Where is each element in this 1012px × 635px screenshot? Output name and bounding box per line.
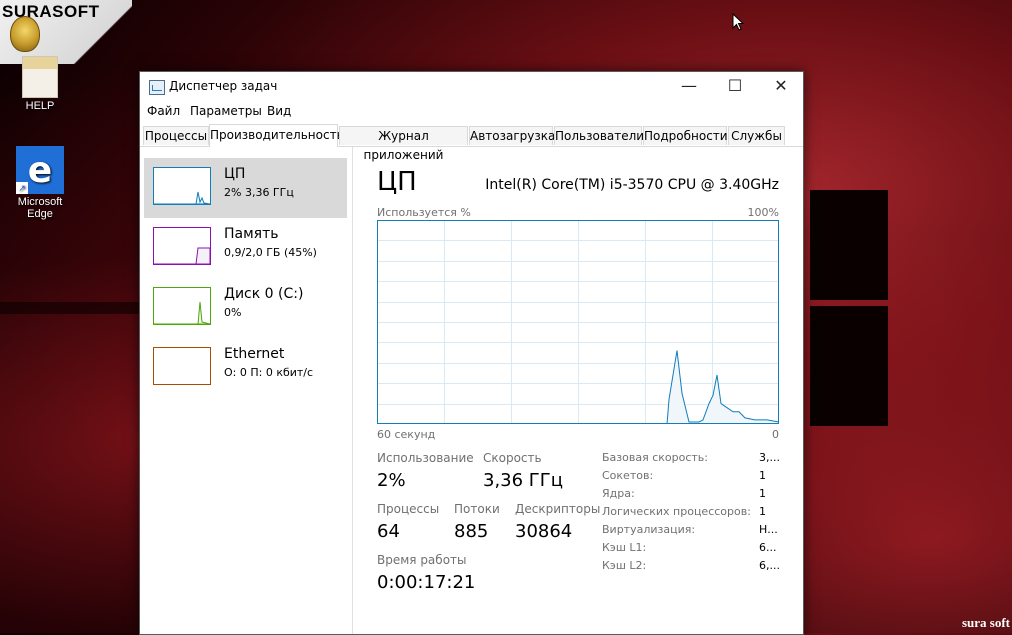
stat-label-handles: Дескрипторы [515,502,601,516]
minimize-button[interactable]: — [666,72,712,102]
resource-name: Диск 0 (C:) [224,286,304,302]
spec-label: Кэш L2: [602,559,647,572]
stat-value-usage: 2% [377,470,406,491]
resource-list: ЦП 2% 3,36 ГГц Память 0,9/2,0 ГБ (45%) Д… [140,147,353,634]
desktop-icon-edge[interactable]: e ↗ Microsoft Edge [8,146,72,220]
resource-name: Память [224,226,279,242]
cpu-usage-graph [377,220,779,424]
seal-icon [10,16,40,52]
stat-label-usage: Использование [377,451,474,465]
edge-icon: e ↗ [16,146,64,194]
stat-value-handles: 30864 [515,521,573,542]
resource-item-memory[interactable]: Память 0,9/2,0 ГБ (45%) [144,218,347,278]
spec-label: Сокетов: [602,469,654,482]
folder-document-icon [22,56,58,98]
spec-value: 6... [759,541,777,554]
windows-logo-pane [810,190,888,300]
watermark: SURASOFT [0,0,132,64]
task-manager-window: Диспетчер задач — ☐ ✕ Файл Параметры Вид… [139,71,804,635]
windows-logo-pane [0,302,139,314]
cpu-model: Intel(R) Core(TM) i5-3570 CPU @ 3.40GHz [485,177,779,193]
resource-item-cpu[interactable]: ЦП 2% 3,36 ГГц [144,158,347,218]
resource-name: ЦП [224,166,246,182]
tab-bar: Процессы Производительность Журнал прило… [140,124,803,162]
resource-item-ethernet[interactable]: Ethernet О: 0 П: 0 кбит/с [144,338,347,398]
corner-watermark: sura soft [961,615,1010,630]
cpu-details-pane: ЦП Intel(R) Core(TM) i5-3570 CPU @ 3.40G… [353,147,803,634]
graph-label-zero: 0 [772,428,779,441]
resource-detail: 0% [224,306,242,319]
close-button[interactable]: ✕ [758,72,803,102]
page-title: ЦП [377,167,417,197]
desktop-icon-label: HELP [25,100,55,112]
stat-label-threads: Потоки [454,502,500,516]
spec-label: Виртуализация: [602,523,696,536]
resource-name: Ethernet [224,346,285,362]
spec-label: Логических процессоров: [602,505,751,518]
stat-label-uptime: Время работы [377,553,467,567]
tab-startup[interactable]: Автозагрузка [469,126,555,145]
menu-file[interactable]: Файл [147,104,180,118]
spec-value: 1 [759,469,766,482]
desktop-icon-help[interactable]: HELP [12,56,68,112]
tab-details[interactable]: Подробности [643,126,728,145]
maximize-button[interactable]: ☐ [712,72,758,102]
stat-value-threads: 885 [454,521,489,542]
ethernet-thumbnail-graph [153,347,211,385]
stat-label-speed: Скорость [483,451,542,465]
resource-item-disk[interactable]: Диск 0 (C:) 0% [144,278,347,338]
resource-detail: 2% 3,36 ГГц [224,186,294,199]
memory-thumbnail-graph [153,227,211,265]
spec-value: 1 [759,487,766,500]
title-bar[interactable]: Диспетчер задач — ☐ ✕ [140,72,803,102]
tab-processes[interactable]: Процессы [143,126,209,145]
resource-detail: О: 0 П: 0 кбит/с [224,366,314,379]
window-title: Диспетчер задач [169,79,278,93]
tab-users[interactable]: Пользователи [554,126,644,145]
spec-value: 3,... [759,451,780,464]
tab-services[interactable]: Службы [728,126,785,145]
graph-label-max: 100% [747,206,779,219]
mouse-cursor-icon [732,13,745,31]
spec-value: Н... [759,523,778,536]
windows-logo-pane [810,306,888,426]
spec-value: 1 [759,505,766,518]
shortcut-arrow-icon: ↗ [16,182,28,194]
stat-value-uptime: 0:00:17:21 [377,572,476,593]
desktop-icon-label: Microsoft Edge [17,196,63,220]
stat-label-processes: Процессы [377,502,440,516]
menu-options[interactable]: Параметры [190,104,262,118]
graph-label-time: 60 секунд [377,428,436,441]
resource-detail: 0,9/2,0 ГБ (45%) [224,246,317,259]
spec-label: Ядра: [602,487,635,500]
cpu-thumbnail-graph [153,167,211,205]
stat-value-processes: 64 [377,521,400,542]
spec-label: Базовая скорость: [602,451,708,464]
task-manager-icon [149,80,165,95]
menu-bar: Файл Параметры Вид [140,102,803,122]
spec-value: 6,... [759,559,780,572]
stat-value-speed: 3,36 ГГц [483,470,564,491]
disk-thumbnail-graph [153,287,211,325]
tab-app-history[interactable]: Журнал приложений [339,126,468,162]
graph-label-usage: Используется % [377,206,471,219]
spec-label: Кэш L1: [602,541,647,554]
tab-performance[interactable]: Производительность [209,124,344,147]
menu-view[interactable]: Вид [267,104,291,118]
